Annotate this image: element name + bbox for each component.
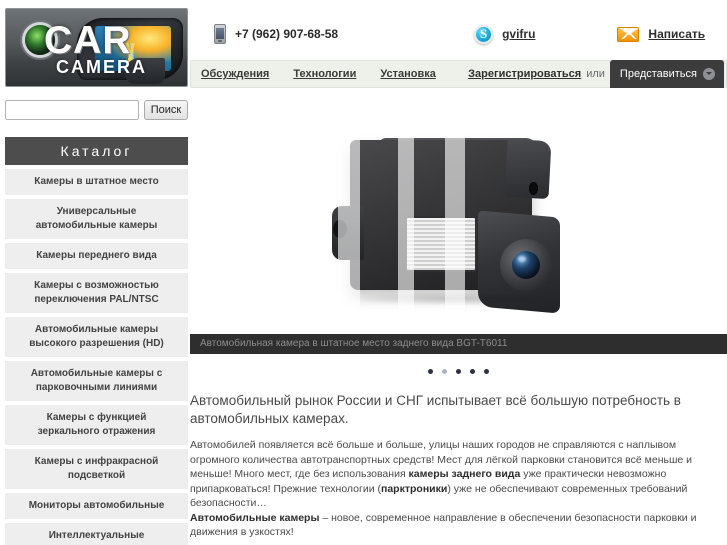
sidebar-item-front-view-cameras[interactable]: Камеры переднего вида	[5, 243, 188, 269]
site-header: CAR CAMERA +7 (962) 907-68-58 gvifru Нап…	[0, 0, 727, 92]
camera-lens-highlight	[518, 256, 526, 262]
mail-icon	[617, 26, 640, 42]
slider-dot-1[interactable]	[428, 368, 433, 374]
slider-dot-3[interactable]	[456, 368, 461, 374]
skype-icon	[474, 24, 494, 44]
sidebar-item-monitors[interactable]: Мониторы автомобильные	[5, 493, 188, 519]
phone-icon	[214, 24, 226, 44]
register-link[interactable]: Зарегистрироваться	[468, 68, 581, 80]
slider-pagination	[190, 362, 727, 380]
site-logo[interactable]: CAR CAMERA	[5, 8, 188, 87]
main-navigation: Обсуждения Технологии Установка Зарегист…	[190, 60, 727, 88]
sidebar: Поиск Каталог Камеры в штатное место Уни…	[5, 100, 188, 545]
slider-dot-4[interactable]	[470, 368, 475, 374]
auth-area: Зарегистрироваться или Представиться	[468, 60, 724, 88]
search-input[interactable]	[5, 100, 139, 120]
slide-blind-2	[338, 96, 360, 354]
contact-bar: +7 (962) 907-68-58 gvifru Написать	[200, 18, 720, 50]
nav-item-discussions[interactable]: Обсуждения	[201, 68, 269, 80]
auth-separator: или	[586, 68, 605, 80]
sidebar-item-oem-cameras[interactable]: Камеры в штатное место	[5, 169, 188, 195]
camera-mount-tab	[504, 138, 552, 200]
skype-link[interactable]: gvifru	[502, 27, 535, 41]
intro-bold-rear-camera: камеры заднего вида	[408, 468, 521, 480]
sidebar-item-smart-parking[interactable]: Интеллектуальные парковочные системы	[5, 523, 188, 545]
catalog-title: Каталог	[5, 137, 188, 165]
camera-lens-glass	[512, 251, 540, 279]
slider-dot-2[interactable]	[442, 368, 447, 374]
sidebar-item-hd-cameras[interactable]: Автомобильные камеры высокого разрешения…	[5, 317, 188, 357]
search-button[interactable]: Поиск	[144, 100, 188, 120]
search-form: Поиск	[5, 100, 188, 120]
slider-dot-5[interactable]	[484, 368, 489, 374]
contact-email[interactable]: Написать	[617, 26, 705, 42]
sidebar-item-mirror-cameras[interactable]: Камеры с функцией зеркального отражения	[5, 405, 188, 445]
slide-image	[190, 96, 727, 354]
camera-mount-hole	[529, 182, 538, 195]
intro-bold-car-cameras: Автомобильные камеры	[190, 511, 320, 524]
main-content: Автомобильная камера в штатное место зад…	[190, 96, 727, 545]
nav-item-installation[interactable]: Установка	[380, 68, 436, 80]
slide-blind-1	[286, 96, 304, 354]
intro-paragraphs: Автомобилей появляется всё больше и боль…	[190, 438, 720, 540]
page-root: CAR CAMERA +7 (962) 907-68-58 gvifru Нап…	[0, 0, 727, 545]
logo-artwork: CAR CAMERA	[6, 9, 187, 86]
intro-bold-parktronic: парктроники	[381, 482, 448, 495]
slide-blind-3	[398, 96, 414, 354]
hero-slider[interactable]: Автомобильная камера в штатное место зад…	[190, 96, 727, 354]
sidebar-item-ir-cameras[interactable]: Камеры с инфракрасной подсветкой	[5, 449, 188, 489]
sidebar-item-universal-cameras[interactable]: Универсальные автомобильные камеры	[5, 199, 188, 239]
logo-primary-text: CAR	[44, 19, 132, 62]
login-button[interactable]: Представиться	[609, 60, 724, 88]
slide-blind-4	[445, 96, 465, 354]
contact-phone: +7 (962) 907-68-58	[214, 24, 338, 44]
sidebar-item-parking-lines[interactable]: Автомобильные камеры с парковочными лини…	[5, 361, 188, 401]
phone-number: +7 (962) 907-68-58	[235, 27, 339, 41]
nav-item-technologies[interactable]: Технологии	[293, 68, 356, 80]
sidebar-item-pal-ntsc-cameras[interactable]: Камеры с возможностью переключения PAL/N…	[5, 273, 188, 313]
login-button-label: Представиться	[619, 67, 697, 80]
email-link[interactable]: Написать	[648, 27, 705, 41]
chevron-down-icon	[703, 67, 715, 80]
lead-paragraph: Автомобильный рынок России и СНГ испытыв…	[190, 393, 681, 426]
slide-caption: Автомобильная камера в штатное место зад…	[190, 334, 727, 354]
contact-skype[interactable]: gvifru	[474, 24, 535, 44]
logo-secondary-text: CAMERA	[56, 57, 147, 77]
license-plate-light	[405, 216, 477, 272]
